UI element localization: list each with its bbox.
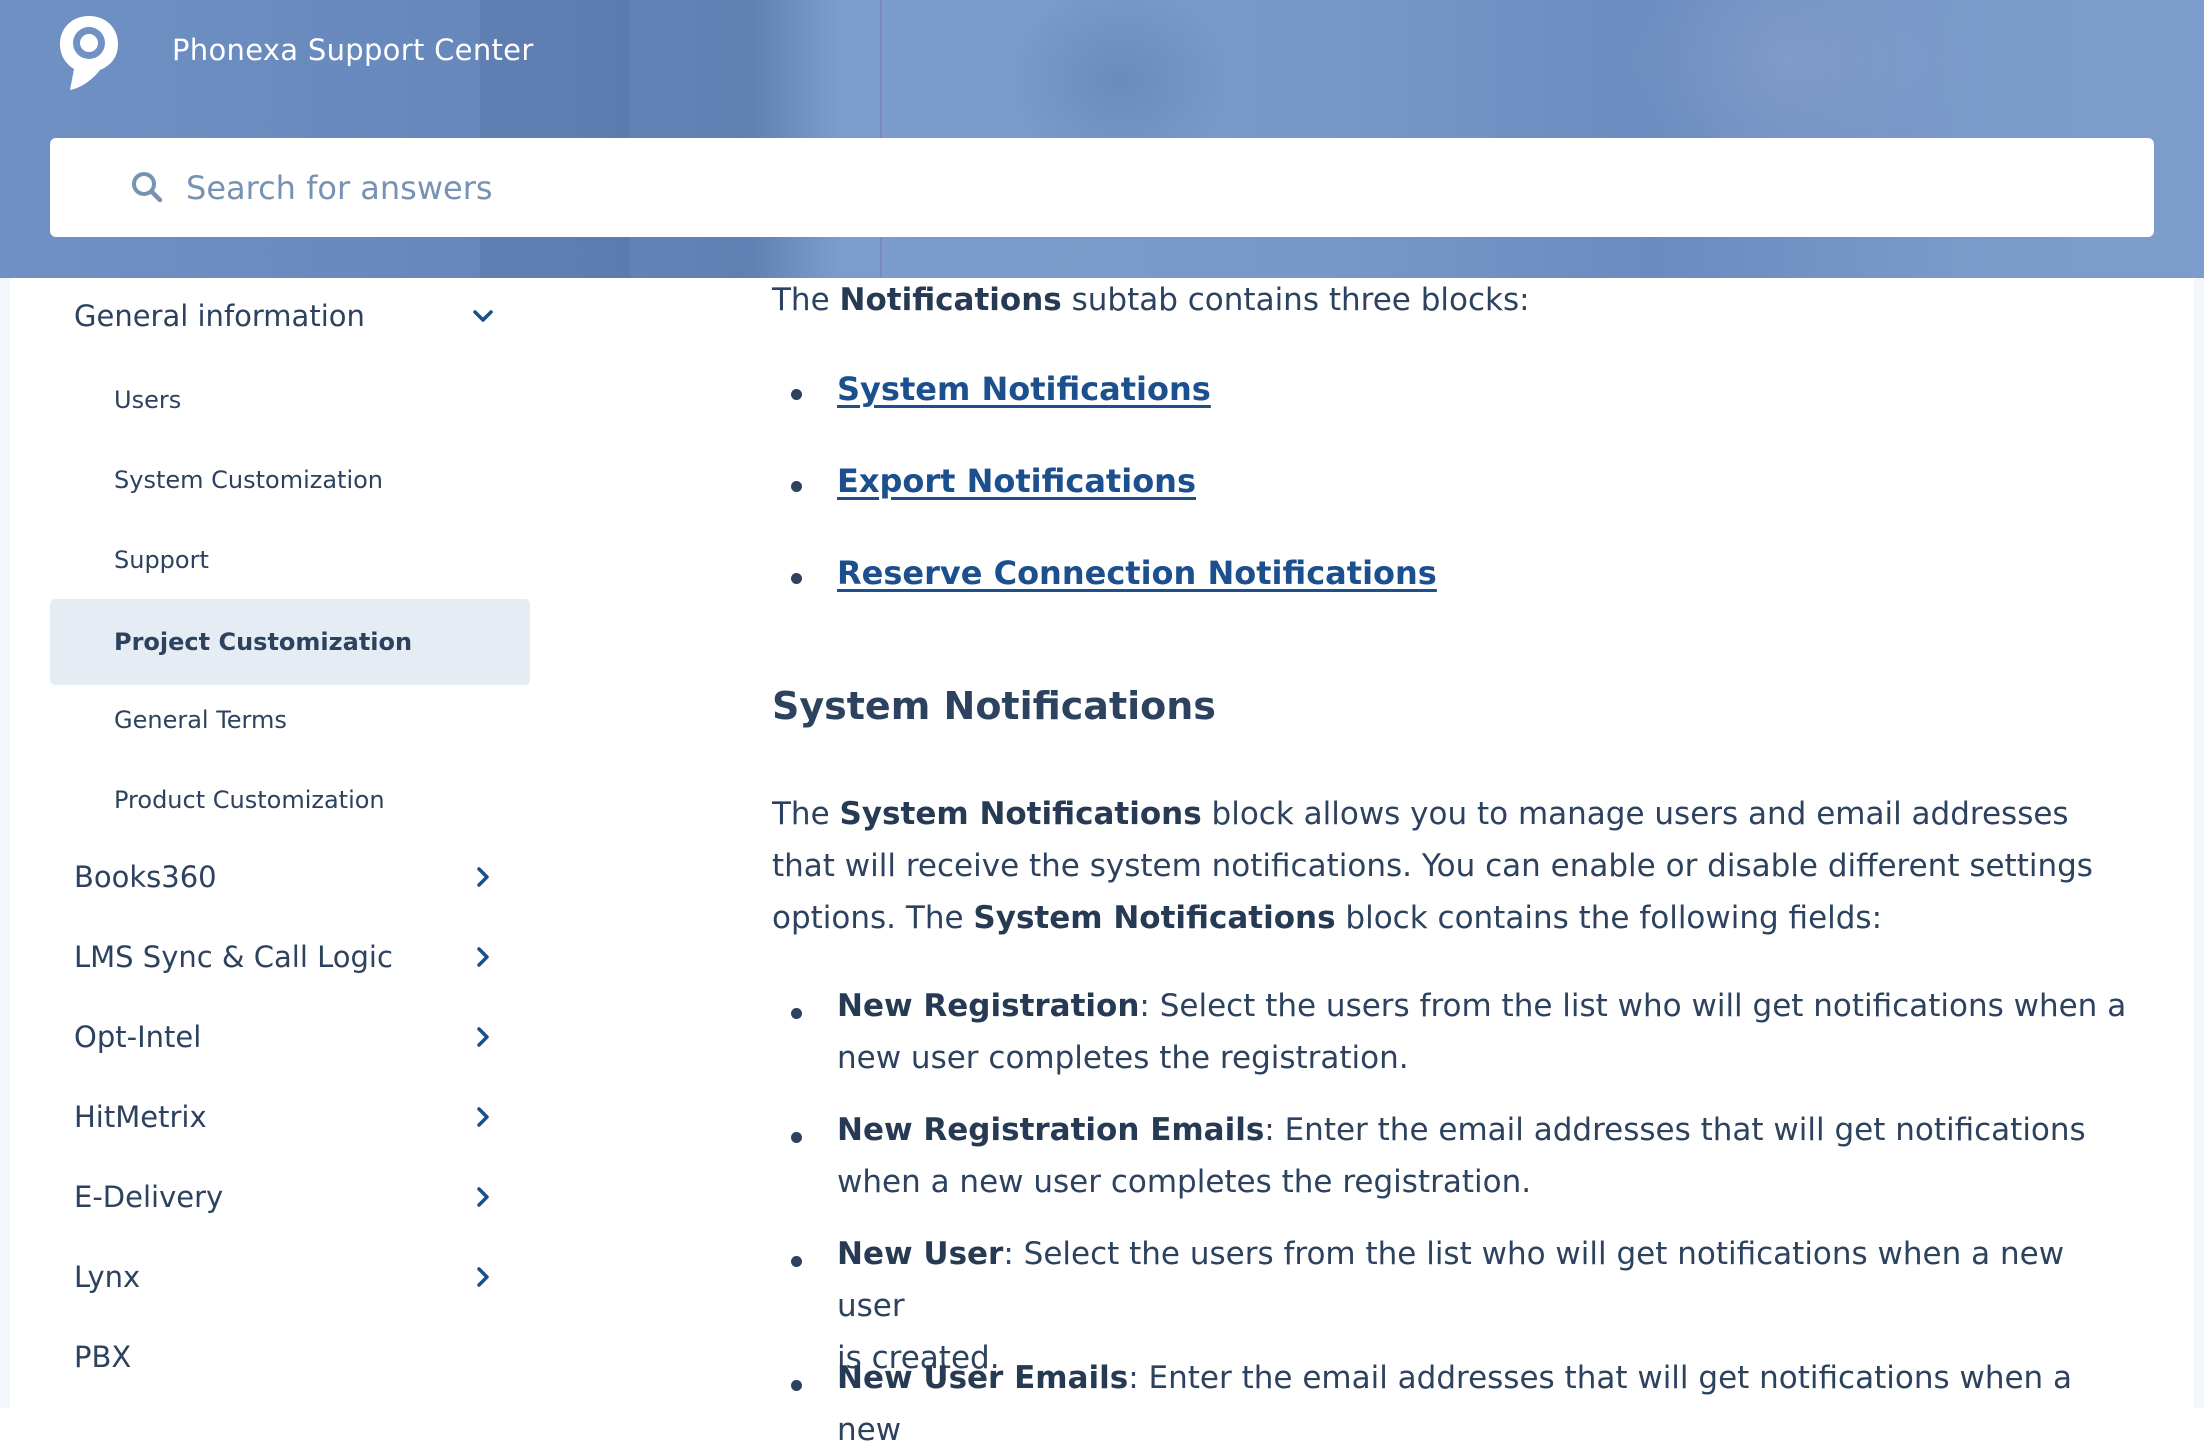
chevron-right-icon[interactable] xyxy=(468,1262,498,1292)
sidebar-item-general-terms[interactable]: General Terms xyxy=(50,677,530,763)
link-reserve-connection-notifications[interactable]: Reserve Connection Notifications xyxy=(837,554,1437,592)
field-name: New Registration Emails xyxy=(837,1112,1265,1148)
sidebar-section-label: PBX xyxy=(74,1340,132,1374)
sidebar-section-label: Opt-Intel xyxy=(74,1020,202,1054)
paragraph-line: The System Notifications block allows yo… xyxy=(772,788,2152,840)
bullet-icon xyxy=(791,389,802,400)
field-desc: : Enter the email addresses that will ge… xyxy=(1264,1112,2086,1148)
field-line: when a new user completes the registrati… xyxy=(837,1164,1532,1200)
field-line: New User: Select the users from the list… xyxy=(837,1228,2137,1332)
section-paragraph: The System Notifications block allows yo… xyxy=(772,788,2152,944)
search-icon xyxy=(132,172,163,203)
bullet-icon xyxy=(791,1008,802,1019)
field-desc: : Select the users from the list who wil… xyxy=(1139,988,2127,1024)
bullet-icon xyxy=(791,573,802,584)
sidebar-section-label: Books360 xyxy=(74,860,217,894)
field-item-new-registration-emails: New Registration Emails: Enter the email… xyxy=(837,1104,2137,1208)
intro-bold: Notifications xyxy=(839,282,1062,318)
intro-text: subtab contains three blocks: xyxy=(1061,282,1530,318)
text: block contains the following fields: xyxy=(1335,900,1883,936)
chevron-right-icon[interactable] xyxy=(468,862,498,892)
site-header: Phonexa Support Center xyxy=(0,0,2204,278)
sidebar-item-label: General Terms xyxy=(114,706,287,734)
sidebar-section-hitmetrix[interactable]: HitMetrix xyxy=(74,1087,514,1147)
bullet-icon xyxy=(791,1256,802,1267)
link-system-notifications[interactable]: System Notifications xyxy=(837,370,1211,408)
sidebar-section-books360[interactable]: Books360 xyxy=(74,847,514,907)
field-line: new user completes the registration. xyxy=(837,1040,1409,1076)
chevron-right-icon[interactable] xyxy=(468,1182,498,1212)
bold-text: System Notifications xyxy=(973,900,1336,936)
sidebar-item-label: Project Customization xyxy=(114,628,413,656)
section-heading: System Notifications xyxy=(772,684,1216,728)
search-input[interactable] xyxy=(186,138,2086,237)
sidebar-item-product-customization[interactable]: Product Customization xyxy=(50,757,530,843)
field-name: New User Emails xyxy=(837,1360,1129,1396)
sidebar-section-opt-intel[interactable]: Opt-Intel xyxy=(74,1007,514,1067)
page-right-gutter xyxy=(2194,278,2204,1408)
chevron-right-icon[interactable] xyxy=(468,1102,498,1132)
site-title[interactable]: Phonexa Support Center xyxy=(172,33,534,67)
sidebar-section-e-delivery[interactable]: E-Delivery xyxy=(74,1167,514,1227)
sidebar-section-label: General information xyxy=(74,299,365,333)
sidebar-item-project-customization[interactable]: Project Customization xyxy=(50,599,530,685)
chevron-right-icon[interactable] xyxy=(468,942,498,972)
field-desc: : Select the users from the list who wil… xyxy=(837,1236,2065,1324)
sidebar-section-label: Lynx xyxy=(74,1260,141,1294)
sidebar-item-label: System Customization xyxy=(114,466,384,494)
paragraph-line: that will receive the system notificatio… xyxy=(772,848,2093,884)
sidebar-item-system-customization[interactable]: System Customization xyxy=(50,437,530,523)
sidebar-item-label: Support xyxy=(114,546,209,574)
intro-text: The xyxy=(772,282,840,318)
link-export-notifications[interactable]: Export Notifications xyxy=(837,462,1196,500)
sidebar-section-pbx[interactable]: PBX xyxy=(74,1327,514,1387)
chat-bubble-logo-icon[interactable] xyxy=(56,12,122,94)
bullet-icon xyxy=(791,1132,802,1143)
search-box[interactable] xyxy=(50,138,2154,237)
text: options. The xyxy=(772,900,974,936)
sidebar-item-support[interactable]: Support xyxy=(50,517,530,603)
page-left-gutter xyxy=(0,278,10,1408)
bullet-icon xyxy=(791,481,802,492)
chevron-down-icon[interactable] xyxy=(468,301,498,331)
field-line: New Registration: Select the users from … xyxy=(837,980,2137,1032)
field-item-new-user-emails: New User Emails: Enter the email address… xyxy=(837,1352,2137,1456)
intro-paragraph: The Notifications subtab contains three … xyxy=(772,274,2152,326)
text: block allows you to manage users and ema… xyxy=(1201,796,2069,832)
field-name: New User xyxy=(837,1236,1004,1272)
sidebar-section-label: LMS Sync & Call Logic xyxy=(74,940,393,974)
sidebar-section-label: HitMetrix xyxy=(74,1100,207,1134)
sidebar-section-general-information[interactable]: General information xyxy=(74,286,514,346)
sidebar-section-label: E-Delivery xyxy=(74,1180,224,1214)
sidebar-item-users[interactable]: Users xyxy=(50,357,530,443)
sidebar-section-lynx[interactable]: Lynx xyxy=(74,1247,514,1307)
bold-text: System Notifications xyxy=(839,796,1202,832)
field-name: New Registration xyxy=(837,988,1140,1024)
sidebar-section-lms-sync[interactable]: LMS Sync & Call Logic xyxy=(74,927,514,987)
text: The xyxy=(772,796,840,832)
bullet-icon xyxy=(791,1380,802,1391)
sidebar-item-label: Product Customization xyxy=(114,786,385,814)
paragraph-line: options. The System Notifications block … xyxy=(772,892,2152,944)
field-line: New User Emails: Enter the email address… xyxy=(837,1352,2137,1456)
field-item-new-registration: New Registration: Select the users from … xyxy=(837,980,2137,1084)
chevron-right-icon[interactable] xyxy=(468,1022,498,1052)
field-line: New Registration Emails: Enter the email… xyxy=(837,1104,2137,1156)
sidebar-item-label: Users xyxy=(114,386,182,414)
